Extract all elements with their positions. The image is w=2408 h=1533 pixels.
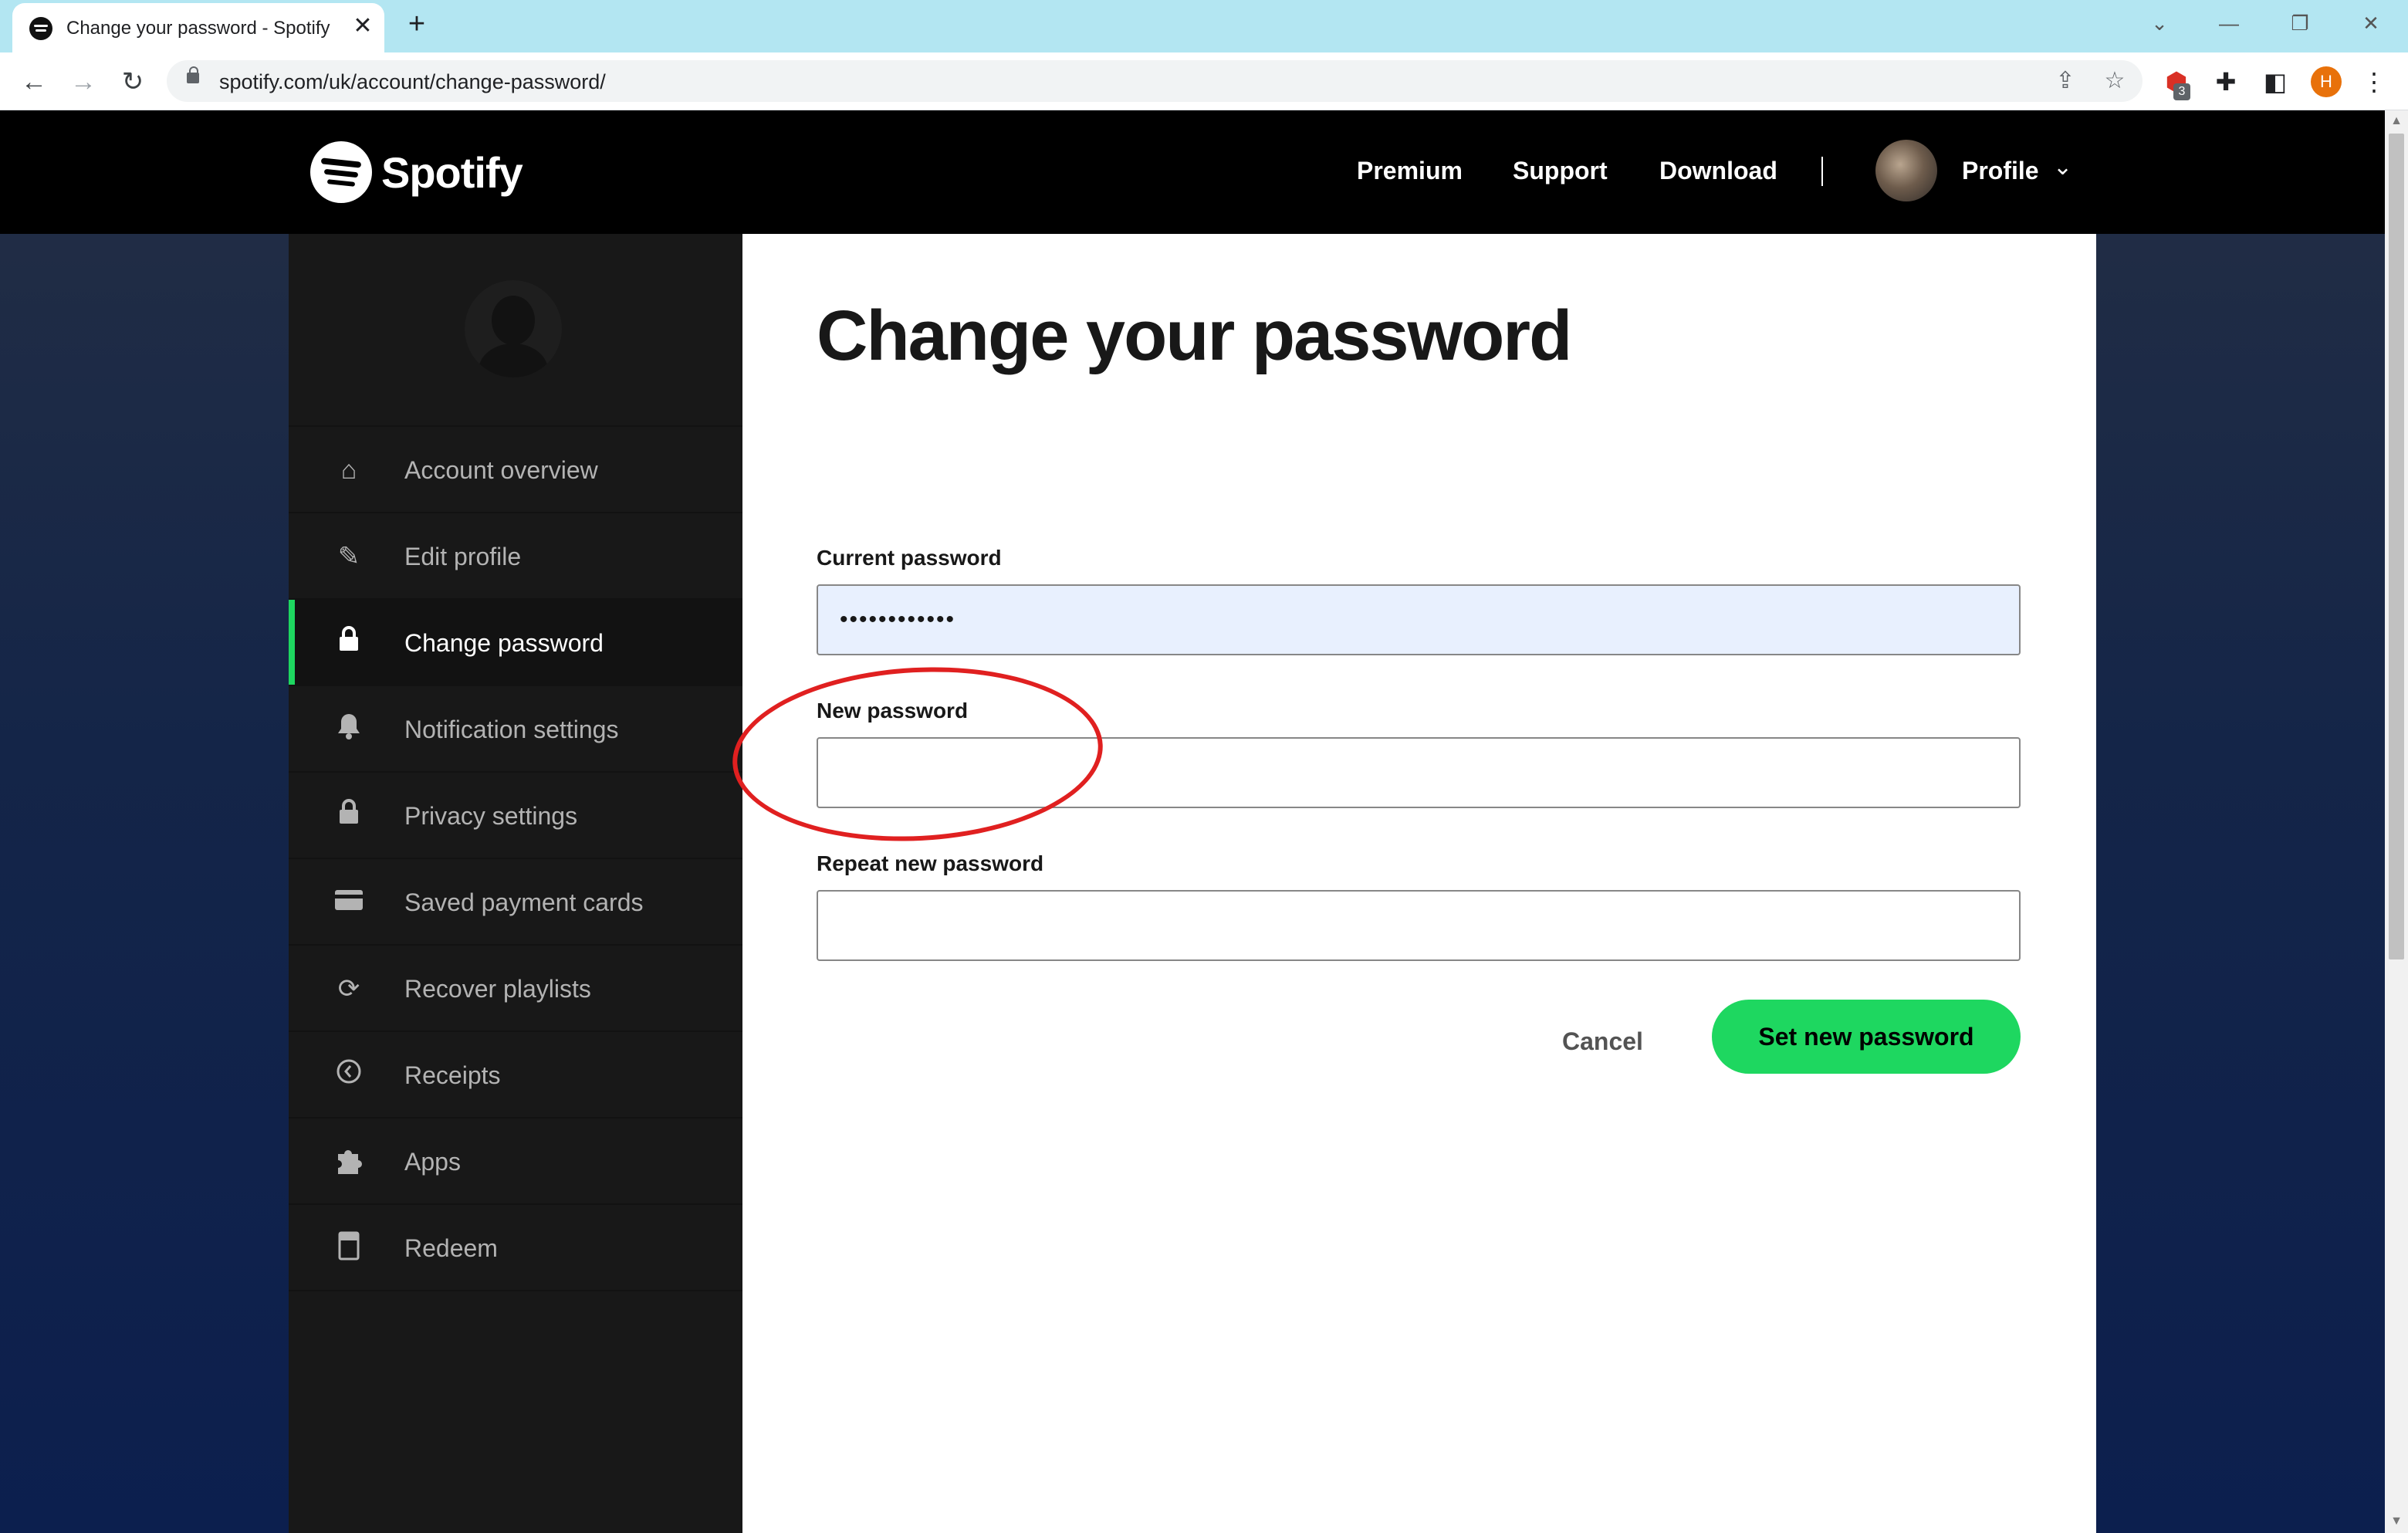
sidebar-item-notification-settings[interactable]: Notification settings bbox=[289, 685, 742, 773]
nav-download[interactable]: Download bbox=[1659, 157, 1777, 185]
sidebar-divider bbox=[289, 1290, 742, 1291]
extension-badge: 3 bbox=[2173, 83, 2190, 100]
sidebar-item-label: Change password bbox=[404, 629, 604, 657]
close-window-button[interactable]: ✕ bbox=[2352, 8, 2389, 39]
scroll-down-icon[interactable]: ▼ bbox=[2385, 1512, 2408, 1531]
sidebar-item-label: Privacy settings bbox=[404, 802, 578, 830]
sidebar-item-label: Saved payment cards bbox=[404, 888, 644, 916]
lock-icon bbox=[332, 799, 366, 833]
spotify-favicon-icon bbox=[29, 17, 52, 40]
browser-profile-avatar[interactable]: H bbox=[2311, 66, 2342, 97]
avatar[interactable] bbox=[1875, 140, 1937, 201]
spotify-wordmark: Spotify bbox=[381, 148, 523, 197]
tab-title: Change your password - Spotify bbox=[66, 18, 330, 39]
secure-lock-icon[interactable] bbox=[187, 66, 199, 83]
back-arrow-icon[interactable]: ← bbox=[17, 65, 51, 99]
reload-icon[interactable]: ↻ bbox=[116, 65, 150, 99]
change-password-panel: Change your password Current password Ne… bbox=[742, 234, 2096, 1533]
page-scrollbar[interactable]: ▲ ▼ bbox=[2385, 110, 2408, 1533]
gift-card-icon bbox=[332, 1231, 366, 1265]
extensions-puzzle-icon[interactable]: ✚ bbox=[2210, 66, 2241, 97]
card-icon bbox=[332, 885, 366, 919]
profile-menu[interactable]: Profile bbox=[1962, 157, 2039, 185]
sidebar-item-recover-playlists[interactable]: ⟳ Recover playlists bbox=[289, 944, 742, 1032]
new-password-label: New password bbox=[817, 699, 969, 723]
address-bar[interactable]: spotify.com/uk/account/change-password/ … bbox=[167, 60, 2143, 102]
share-icon[interactable]: ⇪ bbox=[2051, 67, 2079, 95]
repeat-password-label: Repeat new password bbox=[817, 851, 1044, 875]
side-panel-icon[interactable]: ◧ bbox=[2260, 66, 2291, 97]
new-password-field[interactable] bbox=[817, 737, 2021, 808]
sidebar-item-change-password[interactable]: Change password bbox=[289, 598, 742, 686]
lock-icon bbox=[332, 626, 366, 660]
refresh-icon: ⟳ bbox=[337, 974, 360, 1003]
sidebar-item-receipts[interactable]: Receipts bbox=[289, 1030, 742, 1118]
sidebar-item-account-overview[interactable]: ⌂ Account overview bbox=[289, 425, 742, 513]
account-sidebar: ⌂ Account overview ✎ Edit profile Change… bbox=[289, 234, 742, 1533]
nav-support[interactable]: Support bbox=[1513, 157, 1608, 185]
sidebar-item-label: Redeem bbox=[404, 1234, 498, 1262]
current-password-field[interactable] bbox=[817, 584, 2021, 655]
sidebar-item-saved-payment-cards[interactable]: Saved payment cards bbox=[289, 858, 742, 946]
tab-close-icon[interactable]: ✕ bbox=[349, 12, 377, 40]
repeat-password-field[interactable] bbox=[817, 890, 2021, 961]
new-tab-button[interactable]: + bbox=[401, 9, 432, 40]
sidebar-item-label: Recover playlists bbox=[404, 975, 591, 1003]
browser-menu-icon[interactable]: ⋮ bbox=[2359, 66, 2389, 97]
sidebar-item-label: Notification settings bbox=[404, 716, 619, 743]
sidebar-item-label: Receipts bbox=[404, 1061, 501, 1089]
spotify-logo-icon bbox=[310, 141, 372, 203]
url-text[interactable]: spotify.com/uk/account/change-password/ bbox=[219, 70, 606, 94]
bookmark-star-icon[interactable]: ☆ bbox=[2101, 67, 2129, 95]
nav-premium[interactable]: Premium bbox=[1357, 157, 1463, 185]
sidebar-item-edit-profile[interactable]: ✎ Edit profile bbox=[289, 512, 742, 600]
restore-button[interactable]: ❐ bbox=[2281, 8, 2318, 39]
sidebar-item-apps[interactable]: Apps bbox=[289, 1117, 742, 1205]
chevron-down-icon[interactable]: ⌄ bbox=[2053, 154, 2072, 181]
sidebar-item-label: Account overview bbox=[404, 456, 598, 484]
tab-search-icon[interactable]: ⌄ bbox=[2141, 8, 2178, 39]
page-viewport: Spotify Premium Support Download Profile… bbox=[0, 110, 2385, 1533]
user-placeholder-icon bbox=[465, 280, 562, 377]
scroll-thumb[interactable] bbox=[2389, 134, 2404, 959]
minimize-button[interactable]: — bbox=[2210, 8, 2247, 39]
home-icon: ⌂ bbox=[340, 455, 357, 485]
pencil-icon: ✎ bbox=[337, 542, 360, 571]
page-title: Change your password bbox=[817, 296, 1572, 375]
cancel-button[interactable]: Cancel bbox=[1562, 1027, 1643, 1056]
sidebar-item-label: Apps bbox=[404, 1148, 461, 1176]
clock-icon bbox=[332, 1058, 366, 1092]
browser-tab[interactable]: Change your password - Spotify ✕ bbox=[12, 3, 384, 52]
puzzle-icon bbox=[332, 1145, 366, 1179]
current-password-label: Current password bbox=[817, 546, 1002, 570]
forward-arrow-icon[interactable]: → bbox=[66, 65, 100, 99]
spotify-header: Spotify Premium Support Download Profile… bbox=[0, 110, 2385, 234]
nav-divider bbox=[1821, 157, 1823, 186]
scroll-up-icon[interactable]: ▲ bbox=[2385, 112, 2408, 130]
sidebar-item-redeem[interactable]: Redeem bbox=[289, 1203, 742, 1291]
sidebar-item-privacy-settings[interactable]: Privacy settings bbox=[289, 771, 742, 859]
browser-tab-bar: Change your password - Spotify ✕ + ⌄ — ❐… bbox=[0, 0, 2408, 52]
sidebar-item-label: Edit profile bbox=[404, 543, 522, 570]
browser-toolbar: ← → ↻ spotify.com/uk/account/change-pass… bbox=[0, 52, 2408, 110]
bell-icon bbox=[332, 712, 366, 746]
set-new-password-button[interactable]: Set new password bbox=[1712, 1000, 2021, 1074]
